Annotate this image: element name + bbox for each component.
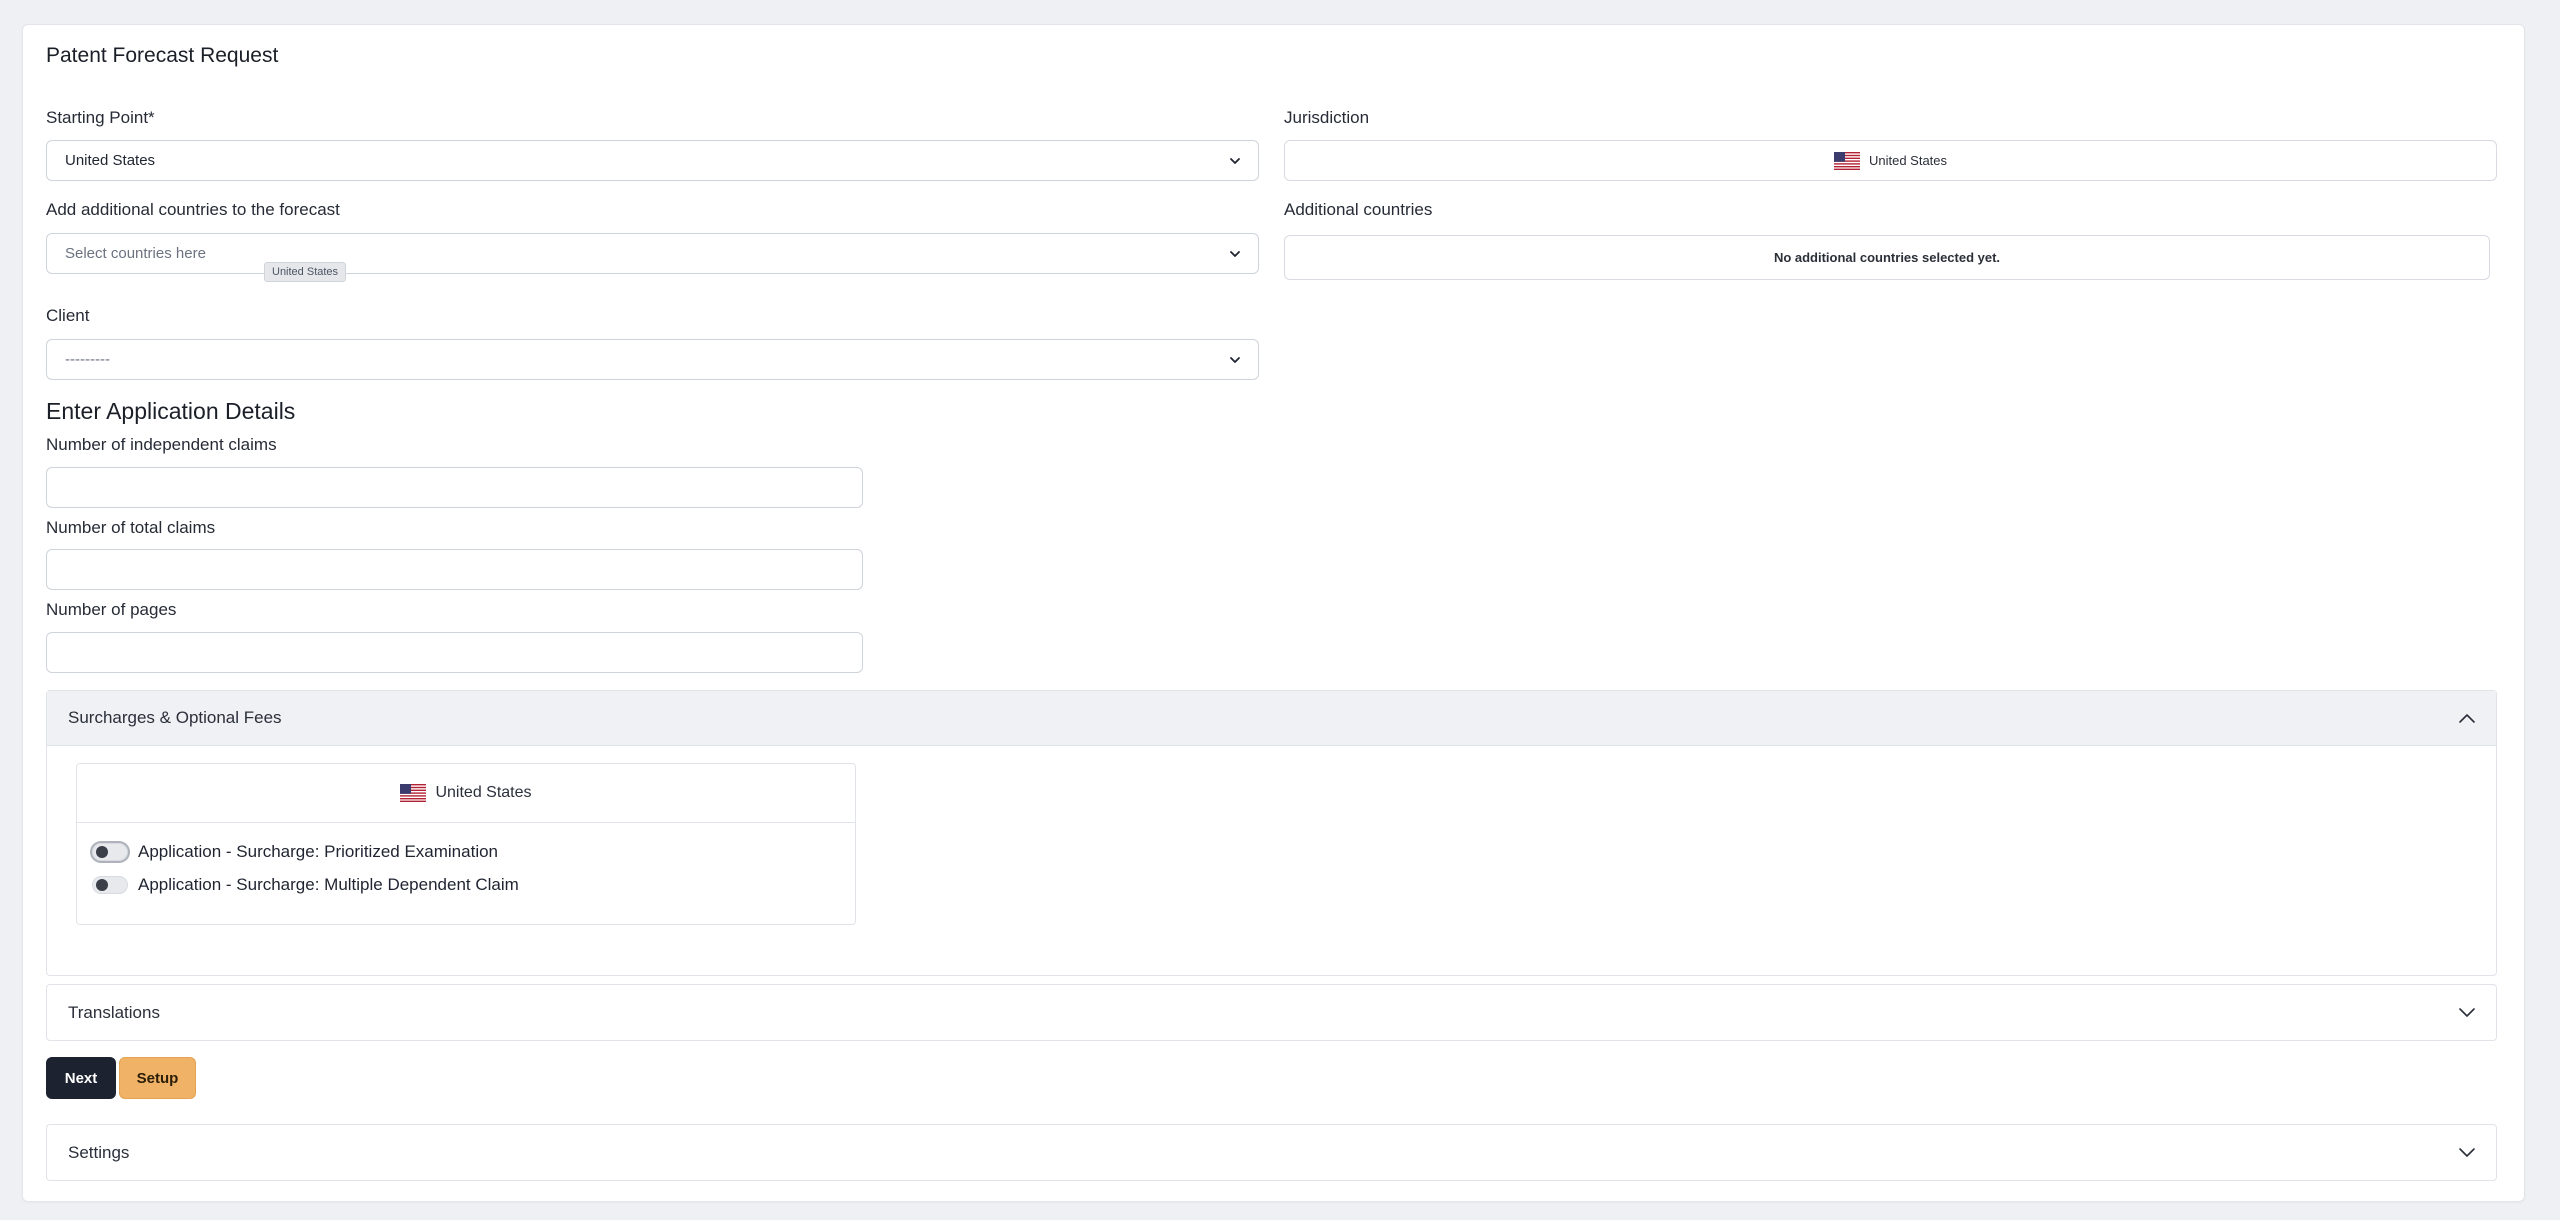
additional-countries-empty-text: No additional countries selected yet. [1773,250,2001,265]
fee-row-multiple-dependent-claim: Application - Surcharge: Multiple Depend… [92,875,519,895]
jurisdiction-box: United States [1284,140,2497,181]
application-details-heading: Enter Application Details [46,398,296,424]
fee-country-card: United States Application - Surcharge: P… [76,763,856,925]
country-suggestion-chip[interactable]: United States [264,262,347,282]
fee-label: Application - Surcharge: Prioritized Exa… [138,842,499,861]
page-title: Patent Forecast Request [46,44,279,67]
starting-point-select[interactable]: United States [46,140,1259,181]
chevron-up-icon [2459,714,2475,723]
pages-input[interactable] [46,632,863,673]
jurisdiction-label: Jurisdiction [1284,108,1370,127]
prioritized-examination-toggle[interactable] [92,843,128,861]
fee-country-name: United States [435,784,532,801]
settings-accordion: Settings [46,1124,2497,1181]
chevron-down-icon [1230,251,1240,257]
surcharges-accordion-header[interactable]: Surcharges & Optional Fees [47,691,2496,746]
setup-button[interactable]: Setup [119,1057,196,1099]
multiple-dependent-claim-toggle[interactable] [92,876,128,894]
client-value: --------- [65,351,110,368]
fee-row-prioritized-examination: Application - Surcharge: Prioritized Exa… [92,842,498,862]
translations-title: Translations [68,1002,160,1022]
settings-title: Settings [68,1142,130,1162]
translations-accordion: Translations [46,984,2497,1041]
next-button[interactable]: Next [46,1057,116,1099]
independent-claims-input[interactable] [46,467,863,508]
additional-countries-select[interactable]: Select countries here [46,233,1259,274]
toggle-knob [96,846,108,858]
fee-label: Application - Surcharge: Multiple Depend… [138,875,519,894]
surcharges-accordion: Surcharges & Optional Fees United States… [46,690,2497,976]
total-claims-label: Number of total claims [46,518,216,537]
independent-claims-label: Number of independent claims [46,435,277,454]
chevron-down-icon [2459,1148,2475,1157]
surcharges-title: Surcharges & Optional Fees [68,708,282,727]
additional-countries-box: No additional countries selected yet. [1284,235,2490,280]
translations-accordion-header[interactable]: Translations [47,985,2496,1040]
us-flag-icon [1833,151,1860,170]
pages-label: Number of pages [46,600,177,619]
us-flag-icon [400,784,427,802]
starting-point-label: Starting Point* [46,108,155,127]
chevron-down-icon [1230,158,1240,164]
chevron-down-icon [1230,357,1240,363]
toggle-knob [96,879,108,891]
client-label: Client [46,306,90,325]
additional-countries-select-label: Add additional countries to the forecast [46,200,340,219]
chevron-down-icon [2459,1008,2475,1017]
additional-countries-label: Additional countries [1284,200,1433,219]
client-select[interactable]: --------- [46,339,1259,380]
jurisdiction-value: United States [1868,153,1948,168]
additional-countries-placeholder: Select countries here [65,245,206,262]
starting-point-value: United States [65,152,156,169]
settings-accordion-header[interactable]: Settings [47,1125,2496,1180]
total-claims-input[interactable] [46,549,863,590]
fee-country-header: United States [77,764,855,823]
